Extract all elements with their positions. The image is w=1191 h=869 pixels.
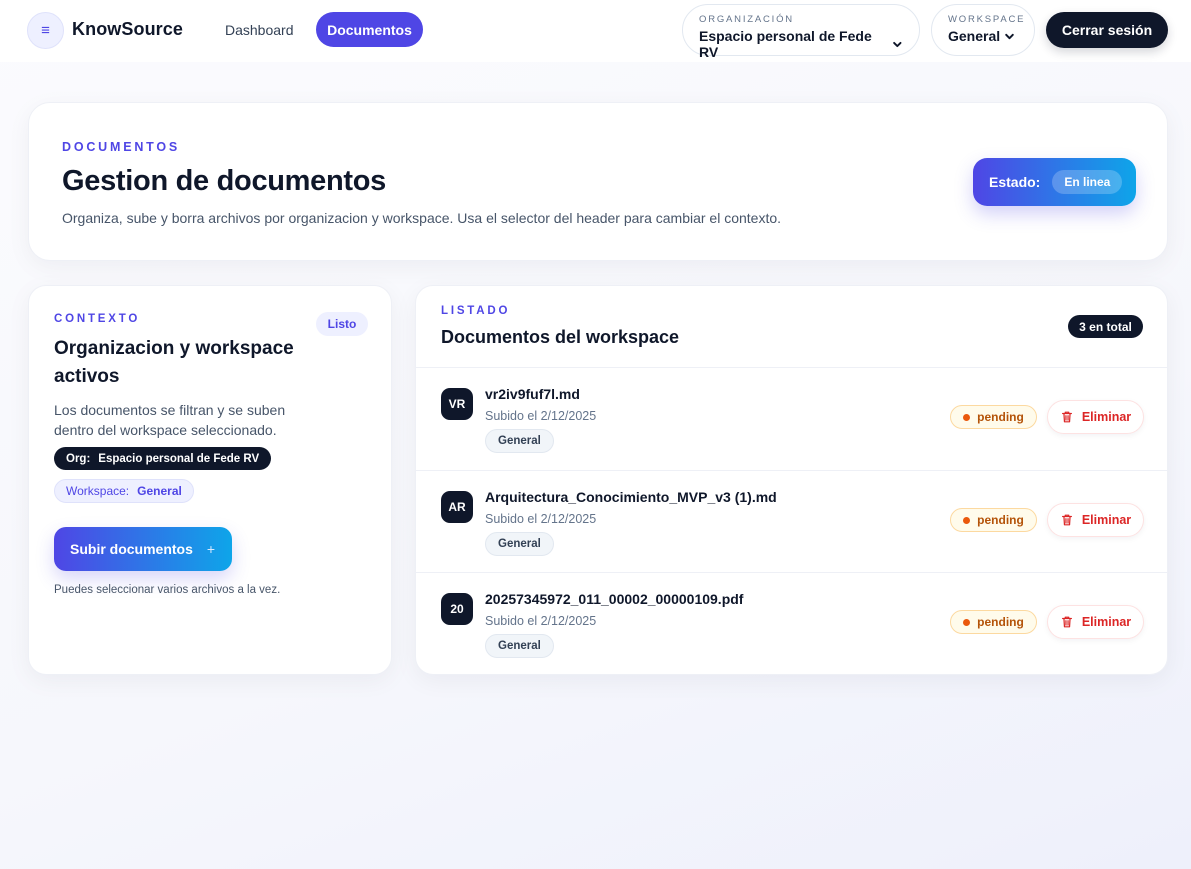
file-name: vr2iv9fuf7l.md: [485, 386, 580, 402]
file-name: Arquitectura_Conocimiento_MVP_v3 (1).md: [485, 489, 777, 505]
status-badge: pending: [950, 610, 1037, 634]
context-title: Organizacion y workspace activos: [54, 338, 294, 387]
delete-button-label: Eliminar: [1081, 615, 1132, 629]
delete-button[interactable]: Eliminar: [1047, 400, 1144, 434]
page-description: Organiza, sube y borra archivos por orga…: [62, 210, 782, 226]
trash-icon: [1061, 616, 1072, 628]
file-upload-date: Subido el 2/12/2025: [485, 512, 597, 526]
file-upload-date: Subido el 2/12/2025: [485, 614, 597, 628]
status-dot-icon: [963, 413, 971, 421]
file-workspace-tag: General: [485, 429, 554, 453]
status-dot-icon: [963, 516, 971, 524]
workspace-pill-label: Workspace:: [66, 484, 130, 498]
nav-documentos-link[interactable]: Documentos: [316, 12, 423, 47]
workspace-selector[interactable]: WORKSPACE General: [931, 4, 1035, 56]
page-title: Gestion de documentos: [62, 165, 387, 197]
status-text: pending: [977, 615, 1024, 629]
context-card: CONTEXTO Listo Organizacion y workspace …: [28, 285, 392, 675]
workspace-pill-value: General: [137, 484, 182, 498]
upload-button-label: Subir documentos: [70, 541, 193, 557]
org-pill: Org: Espacio personal de Fede RV: [54, 447, 272, 470]
upload-documents-button[interactable]: Subir documentos +: [54, 527, 232, 571]
organization-selector[interactable]: ORGANIZACIÓN Espacio personal de Fede RV: [682, 4, 920, 60]
context-description: Los documentos se filtran y se suben den…: [54, 402, 286, 438]
total-count-badge: 3 en total: [1068, 315, 1143, 338]
brand-name: KnowSource: [72, 19, 184, 39]
status-text: pending: [977, 410, 1024, 424]
plus-icon: +: [206, 541, 216, 557]
trash-icon: [1061, 411, 1072, 423]
organization-selector-label: ORGANIZACIÓN: [699, 14, 794, 25]
organization-selector-value: Espacio personal de Fede RV: [699, 28, 903, 60]
status-text: pending: [977, 513, 1024, 527]
hero-card: DOCUMENTOS Gestion de documentos Organiz…: [28, 102, 1168, 261]
status-indicator: Estado: En linea: [973, 158, 1136, 206]
status-dot-icon: [963, 618, 971, 626]
file-avatar: VR: [441, 388, 473, 420]
file-avatar: 20: [441, 593, 473, 625]
trash-icon: [1061, 514, 1072, 526]
menu-icon: ≡: [41, 22, 50, 39]
workspace-selector-label: WORKSPACE: [948, 14, 1026, 25]
delete-button[interactable]: Eliminar: [1047, 605, 1144, 639]
workspace-selector-value: General: [948, 28, 1018, 44]
table-row: 20 20257345972_011_00002_00000109.pdf Su…: [416, 572, 1167, 674]
file-avatar: AR: [441, 491, 473, 523]
status-badge: pending: [950, 508, 1037, 532]
org-pill-label: Org:: [66, 452, 91, 465]
delete-button-label: Eliminar: [1081, 513, 1132, 527]
menu-toggle-button[interactable]: ≡: [27, 12, 64, 49]
context-eyebrow: CONTEXTO: [54, 313, 141, 325]
organization-name: Espacio personal de Fede RV: [699, 28, 872, 60]
status-label: Estado:: [989, 174, 1041, 190]
hero-eyebrow: DOCUMENTOS: [62, 140, 181, 154]
list-title: Documentos del workspace: [441, 327, 680, 347]
chevron-down-icon: [893, 41, 902, 47]
file-name: 20257345972_011_00002_00000109.pdf: [485, 591, 744, 607]
delete-button[interactable]: Eliminar: [1047, 503, 1144, 537]
list-eyebrow: LISTADO: [441, 305, 511, 317]
delete-button-label: Eliminar: [1081, 410, 1132, 424]
table-row: VR vr2iv9fuf7l.md Subido el 2/12/2025 Ge…: [416, 367, 1167, 470]
workspace-name: General: [948, 28, 1001, 44]
top-header: ≡ KnowSource Dashboard Documentos ORGANI…: [0, 0, 1191, 62]
upload-hint: Puedes seleccionar varios archivos a la …: [54, 584, 281, 596]
org-pill-value: Espacio personal de Fede RV: [98, 452, 260, 465]
nav-dashboard-link[interactable]: Dashboard: [213, 12, 306, 48]
status-badge: pending: [950, 405, 1037, 429]
file-workspace-tag: General: [485, 634, 554, 658]
file-upload-date: Subido el 2/12/2025: [485, 409, 597, 423]
file-workspace-tag: General: [485, 532, 554, 556]
status-badge: En linea: [1052, 170, 1123, 194]
logout-button[interactable]: Cerrar sesión: [1046, 12, 1168, 48]
workspace-pill: Workspace: General: [54, 479, 194, 503]
ready-badge: Listo: [316, 312, 368, 336]
chevron-down-icon: [1005, 33, 1014, 39]
table-row: AR Arquitectura_Conocimiento_MVP_v3 (1).…: [416, 470, 1167, 573]
documents-list-card: LISTADO Documentos del workspace 3 en to…: [415, 285, 1168, 675]
